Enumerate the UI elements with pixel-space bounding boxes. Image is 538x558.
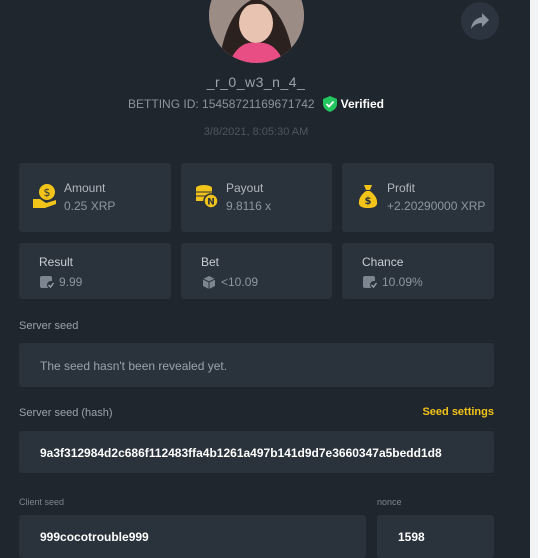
server-seed-hash-field[interactable]: 9a3f312984d2c686f112483ffa4b1261a497b141… — [19, 431, 494, 473]
result-value: 9.99 — [59, 275, 83, 289]
money-bag-icon: $ — [358, 185, 378, 208]
avatar-photo — [209, 0, 304, 63]
avatar — [209, 0, 304, 63]
username: _r_0_w3_n_4_ — [206, 74, 306, 90]
result-label: Result — [39, 255, 74, 269]
bet-timestamp: 3/8/2021, 8:05:30 AM — [203, 126, 309, 138]
dice-icon — [202, 276, 216, 289]
client-seed-label: Client seed — [19, 497, 65, 507]
coin-hand-icon: $ — [33, 184, 56, 208]
chance-value: 10.09% — [382, 275, 423, 289]
amount-card: $ Amount 0.25 XRP — [19, 163, 171, 232]
svg-text:$: $ — [365, 196, 372, 207]
nonce-label: nonce — [377, 497, 402, 507]
payout-card: N Payout 9.8116 x — [181, 163, 332, 232]
server-seed-hash-value: 9a3f312984d2c686f112483ffa4b1261a497b141… — [40, 446, 442, 460]
betting-id-row: BETTING ID: 15458721169671742 Verified — [0, 96, 512, 112]
dice-check-icon — [363, 276, 378, 289]
betting-id: BETTING ID: 15458721169671742 — [128, 97, 315, 111]
verified-shield-icon — [322, 96, 337, 112]
chance-card: Chance 10.09% — [342, 243, 494, 299]
bet-label: Bet — [201, 255, 220, 269]
server-seed-field: The seed hasn't been revealed yet. — [19, 343, 494, 387]
server-seed-label: Server seed — [19, 320, 79, 332]
svg-text:$: $ — [44, 186, 51, 199]
window-edge — [530, 0, 538, 558]
payout-label: Payout — [226, 181, 264, 195]
bet-value: <10.09 — [221, 275, 259, 289]
amount-value: 0.25 XRP — [64, 199, 116, 213]
chance-label: Chance — [362, 255, 404, 269]
profit-value: +2.20290000 XRP — [387, 199, 486, 213]
verified-label: Verified — [340, 97, 384, 111]
coin-stack-icon: N — [196, 185, 219, 209]
profit-card: $ Profit +2.20290000 XRP — [342, 163, 494, 232]
server-seed-value: The seed hasn't been revealed yet. — [40, 359, 228, 373]
server-seed-hash-label: Server seed (hash) — [19, 407, 113, 419]
svg-text:N: N — [207, 198, 215, 208]
nonce-field[interactable]: 1598 — [377, 515, 494, 558]
payout-value: 9.8116 x — [226, 199, 272, 213]
bet-card: Bet <10.09 — [181, 243, 332, 299]
profit-label: Profit — [387, 181, 416, 195]
verified-badge: Verified — [322, 96, 384, 112]
dice-check-icon — [40, 276, 55, 289]
share-icon — [471, 13, 489, 29]
client-seed-field[interactable]: 999cocotrouble999 — [19, 515, 366, 558]
seed-settings-link[interactable]: Seed settings — [422, 406, 494, 418]
amount-label: Amount — [64, 181, 106, 195]
result-card: Result 9.99 — [19, 243, 171, 299]
client-seed-value: 999cocotrouble999 — [40, 530, 149, 544]
share-button[interactable] — [461, 2, 499, 40]
nonce-value: 1598 — [398, 530, 425, 544]
